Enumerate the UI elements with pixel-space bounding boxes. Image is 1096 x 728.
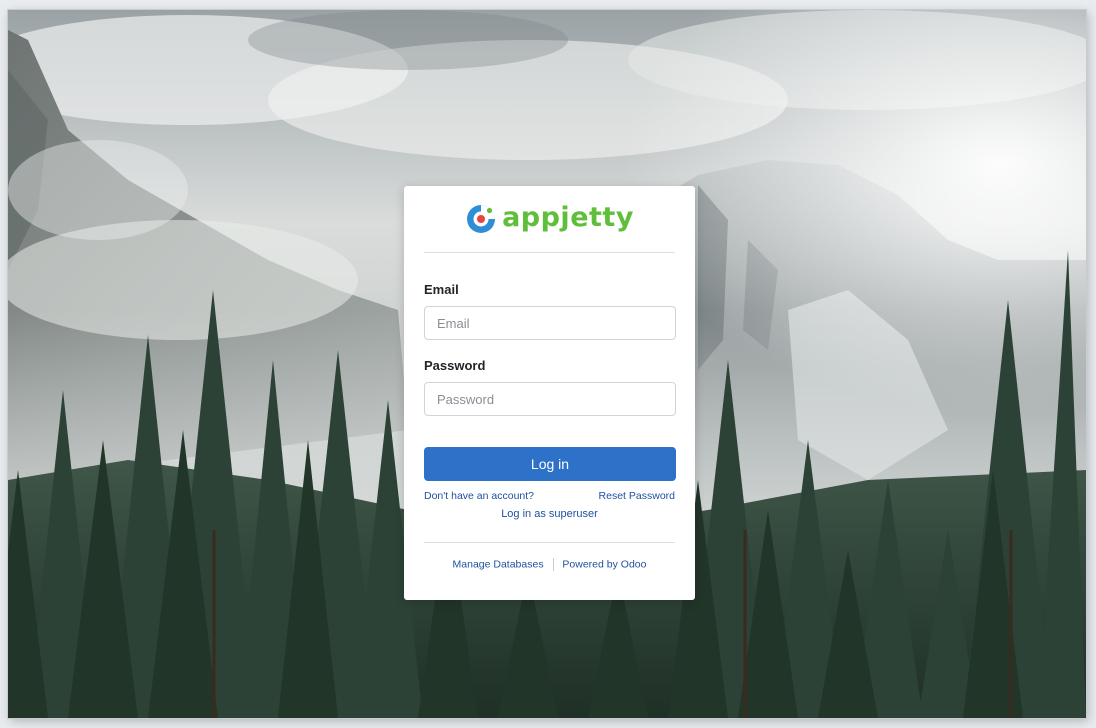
login-button[interactable]: Log in xyxy=(424,447,676,481)
auth-links: Don't have an account? Reset Password xyxy=(424,490,675,502)
brand-name: appjetty xyxy=(502,201,634,233)
card-footer: Manage Databases Powered by Odoo xyxy=(424,542,675,571)
signup-link[interactable]: Don't have an account? xyxy=(424,490,534,502)
appjetty-logo-icon xyxy=(467,205,496,233)
password-label: Password xyxy=(424,358,486,373)
reset-password-link[interactable]: Reset Password xyxy=(599,490,675,502)
powered-by-odoo-link[interactable]: Powered by Odoo xyxy=(562,558,646,570)
superuser-login-link[interactable]: Log in as superuser xyxy=(501,508,598,520)
login-card: appjetty Email Password Log in Don't hav… xyxy=(404,186,695,600)
email-label: Email xyxy=(424,282,459,297)
superuser-row: Log in as superuser xyxy=(424,508,675,520)
email-field[interactable] xyxy=(424,306,676,340)
manage-databases-link[interactable]: Manage Databases xyxy=(453,558,544,570)
login-page: appjetty Email Password Log in Don't hav… xyxy=(8,10,1086,718)
footer-divider xyxy=(552,558,554,571)
brand-logo: appjetty xyxy=(424,186,675,253)
password-field[interactable] xyxy=(424,382,676,416)
